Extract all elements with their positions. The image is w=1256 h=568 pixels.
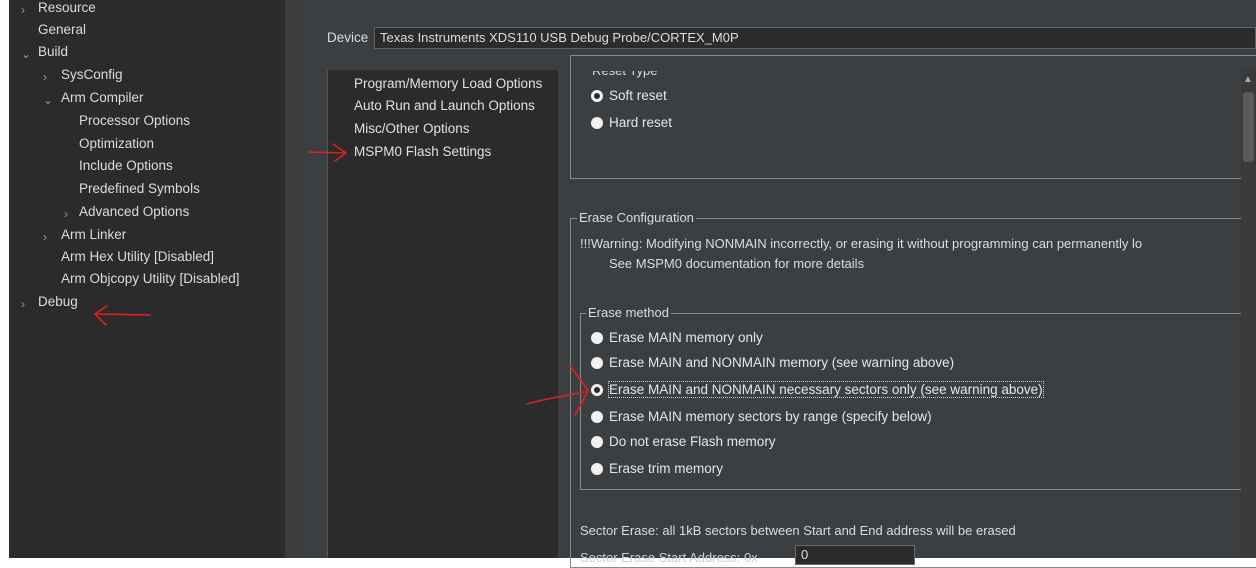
annotation-overlay: [94, 143, 589, 416]
arrow-to-necessary-sectors-icon: [526, 365, 589, 416]
arrow-to-mspm0-flash-icon: [308, 143, 347, 162]
arrow-to-debug-icon: [94, 305, 151, 326]
